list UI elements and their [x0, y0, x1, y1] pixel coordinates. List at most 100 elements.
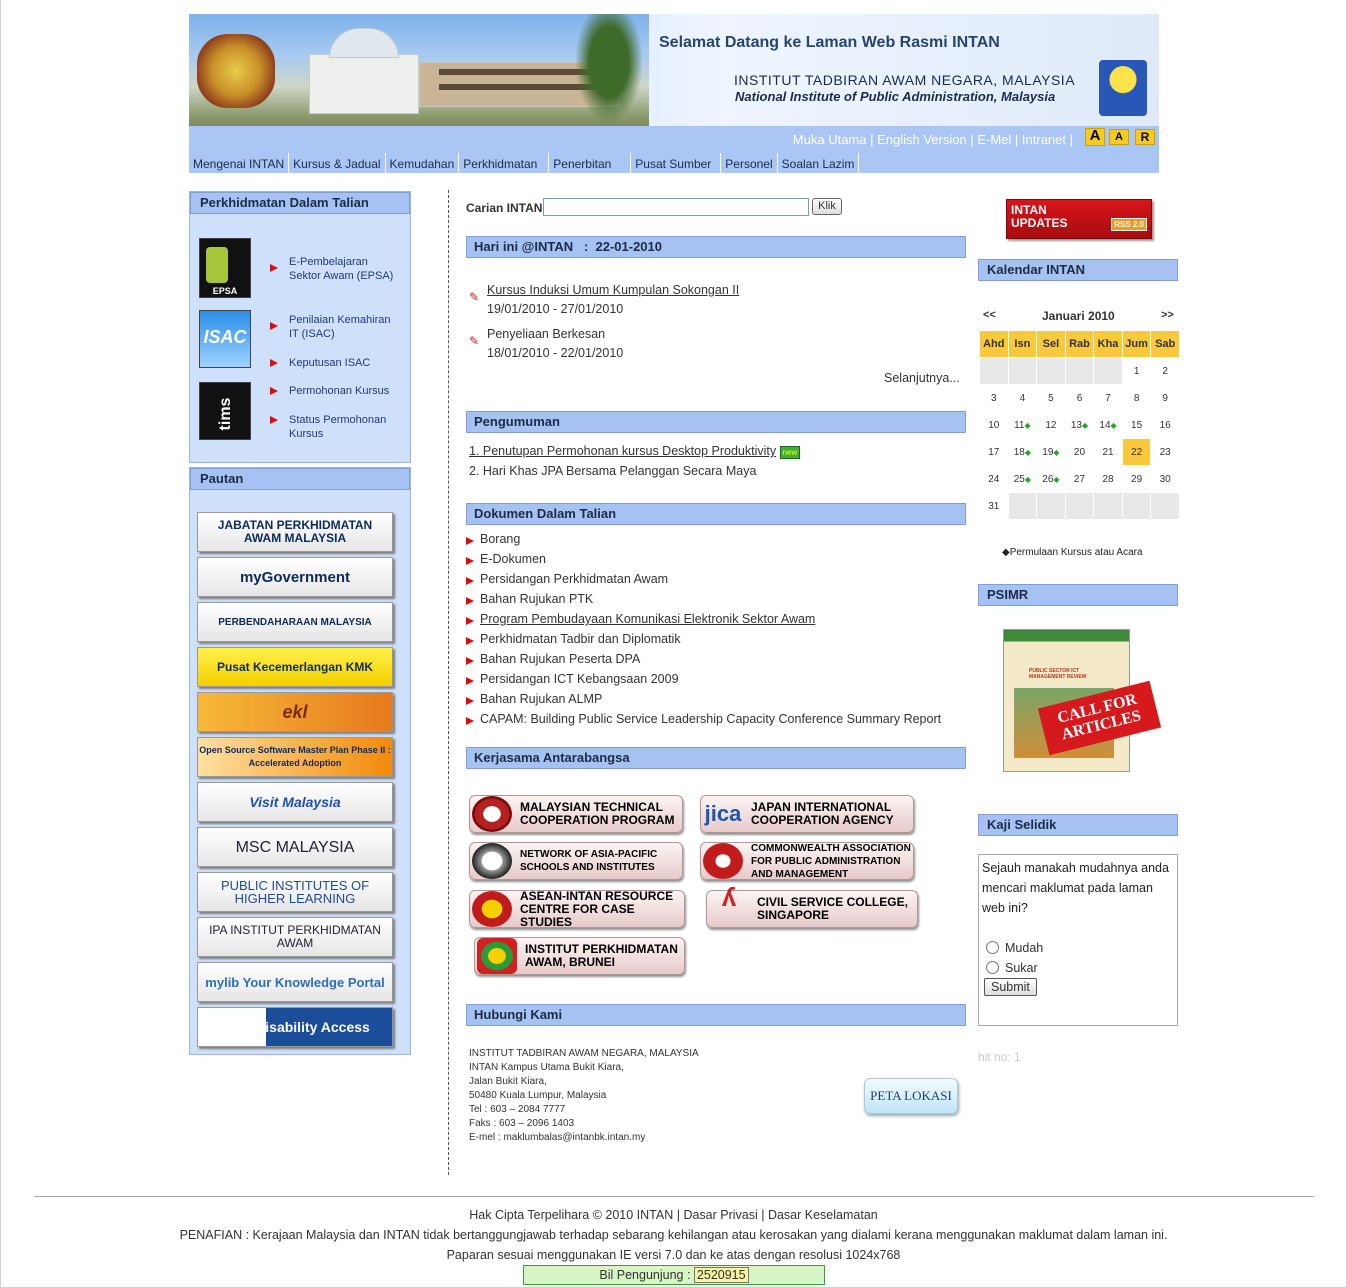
link-mygovernment[interactable]: myGovernment — [197, 557, 393, 597]
font-reset-button[interactable]: R — [1135, 129, 1155, 145]
link-visit-malaysia[interactable]: Visit Malaysia — [197, 782, 393, 822]
nav-perkhidmatan[interactable]: Perkhidmatan — [459, 153, 550, 173]
calendar-day[interactable]: 29 — [1122, 466, 1151, 492]
calendar-day[interactable]: 25◆ — [1008, 466, 1037, 492]
more-link[interactable]: Selanjutnya... — [884, 371, 960, 385]
nav-personel[interactable]: Personel — [721, 153, 778, 173]
link-intranet[interactable]: Intranet — [1022, 132, 1066, 147]
service-permohonan-kursus[interactable]: Permohonan Kursus — [289, 384, 401, 398]
link-english-version[interactable]: English Version — [877, 132, 967, 147]
link-ossmp[interactable]: Open Source Software Master Plan Phase I… — [197, 737, 393, 777]
calendar-day[interactable]: 4 — [1008, 385, 1037, 411]
intl-asean-intan[interactable]: ASEAN-INTAN RESOURCE CENTRE FOR CASE STU… — [469, 889, 685, 928]
link-muka-utama[interactable]: Muka Utama — [793, 132, 867, 147]
nav-kemudahan[interactable]: Kemudahan — [386, 153, 460, 173]
calendar-day[interactable]: 26◆ — [1037, 466, 1065, 492]
calendar-day[interactable]: 20 — [1065, 439, 1094, 465]
option-mudah[interactable]: Mudah — [982, 941, 1043, 955]
calendar-day[interactable]: 10 — [980, 412, 1008, 438]
calendar-day[interactable]: 31 — [980, 493, 1008, 519]
link-ipta[interactable]: PUBLIC INSTITUTES OF HIGHER LEARNING — [197, 872, 393, 912]
doc-link[interactable]: Bahan Rujukan ALMP — [480, 692, 602, 706]
doc-link[interactable]: Persidangan ICT Kebangsaan 2009 — [480, 672, 679, 686]
epsa-icon[interactable]: EPSA — [199, 238, 251, 298]
calendar-day[interactable]: 18◆ — [1008, 439, 1037, 465]
calendar-day[interactable]: 14◆ — [1094, 412, 1122, 438]
calendar-day[interactable]: 28 — [1094, 466, 1122, 492]
bullet-icon — [466, 597, 474, 605]
calendar-day[interactable]: 12 — [1037, 412, 1065, 438]
today-course-2[interactable]: Penyeliaan Berkesan — [487, 327, 605, 341]
calendar-day[interactable]: 21 — [1094, 439, 1122, 465]
calendar-day[interactable]: 22 — [1122, 439, 1151, 465]
service-status-permohonan[interactable]: Status Permohonan Kursus — [289, 413, 401, 441]
doc-link[interactable]: Bahan Rujukan Peserta DPA — [480, 652, 640, 666]
calendar-day[interactable]: 24 — [980, 466, 1008, 492]
intl-capam[interactable]: COMMONWEALTH ASSOCIATION FOR PUBLIC ADMI… — [700, 842, 914, 880]
doc-link[interactable]: Persidangan Perkhidmatan Awam — [480, 572, 668, 586]
intan-updates-button[interactable]: INTAN UPDATES RSS 2.0 — [1006, 199, 1152, 239]
intl-ipa-brunei[interactable]: INSTITUT PERKHIDMATAN AWAM, BRUNEI — [474, 937, 685, 975]
isac-icon[interactable]: ISAC — [199, 310, 251, 368]
link-ipa[interactable]: IPA INSTITUT PERKHIDMATAN AWAM — [197, 917, 393, 957]
link-jpa[interactable]: JABATAN PERKHIDMATAN AWAM MALAYSIA — [197, 512, 393, 552]
doc-link[interactable]: CAPAM: Building Public Service Leadershi… — [480, 712, 941, 726]
service-keputusan-isac[interactable]: Keputusan ISAC — [289, 356, 401, 370]
intl-napsipag[interactable]: NETWORK OF ASIA-PACIFIC SCHOOLS AND INST… — [469, 842, 683, 880]
nav-mengenai-intan[interactable]: Mengenai INTAN — [189, 153, 290, 173]
calendar-day[interactable]: 23 — [1151, 439, 1179, 465]
calendar-day[interactable]: 15 — [1122, 412, 1151, 438]
calendar-day[interactable]: 6 — [1065, 385, 1094, 411]
link-kmk[interactable]: Pusat Kecemerlangan KMK — [197, 647, 393, 687]
service-epsa[interactable]: E-Pembelajaran Sektor Awam (EPSA) — [289, 255, 401, 283]
calendar-day[interactable]: 5 — [1037, 385, 1065, 411]
calendar-day[interactable]: 30 — [1151, 466, 1179, 492]
calendar-day[interactable]: 11◆ — [1008, 412, 1037, 438]
font-small-button[interactable]: A — [1109, 129, 1129, 145]
nav-penerbitan[interactable]: Penerbitan — [549, 153, 632, 173]
survey-submit-button[interactable]: Submit — [984, 978, 1037, 996]
calendar-day[interactable]: 16 — [1151, 412, 1179, 438]
calendar-day[interactable]: 8 — [1122, 385, 1151, 411]
calendar-prev[interactable]: << — [983, 309, 996, 321]
link-mylib[interactable]: mylib Your Knowledge Portal — [197, 962, 393, 1002]
calendar-day[interactable]: 2 — [1151, 358, 1179, 384]
option-sukar[interactable]: Sukar — [982, 961, 1038, 975]
nav-pusat-sumber[interactable]: Pusat Sumber — [631, 153, 722, 173]
announcement-1[interactable]: 1. Penutupan Permohonan kursus Desktop P… — [469, 444, 801, 459]
calendar-day[interactable]: 13◆ — [1065, 412, 1094, 438]
link-perbendaharaan[interactable]: PERBENDAHARAAN MALAYSIA — [197, 602, 393, 642]
search-input[interactable] — [543, 198, 809, 216]
calendar-day[interactable]: 17 — [980, 439, 1008, 465]
main-nav: Mengenai INTAN Kursus & Jadual Kemudahan… — [189, 153, 1159, 173]
link-email[interactable]: E-Mel — [977, 132, 1011, 147]
link-ekl[interactable]: ekl — [197, 692, 393, 732]
nav-kursus-jadual[interactable]: Kursus & Jadual — [289, 153, 386, 173]
intl-jica[interactable]: jica JAPAN INTERNATIONAL COOPERATION AGEN… — [700, 795, 914, 833]
doc-link[interactable]: Bahan Rujukan PTK — [480, 592, 593, 606]
calendar-day[interactable]: 7 — [1094, 385, 1122, 411]
today-course-1[interactable]: Kursus Induksi Umum Kumpulan Sokongan II — [487, 283, 739, 297]
doc-link[interactable]: Borang — [480, 532, 520, 546]
font-large-button[interactable]: A — [1085, 128, 1105, 146]
doc-link[interactable]: Program Pembudayaan Komunikasi Elektroni… — [480, 612, 815, 626]
calendar-next[interactable]: >> — [1161, 309, 1174, 321]
nav-soalan-lazim[interactable]: Soalan Lazim — [778, 153, 860, 173]
tims-icon[interactable]: tims — [199, 382, 251, 440]
doc-link[interactable]: E-Dokumen — [480, 552, 546, 566]
doc-link[interactable]: Perkhidmatan Tadbir dan Diplomatik — [480, 632, 681, 646]
link-msc-malaysia[interactable]: MSC MALAYSIA — [197, 827, 393, 867]
calendar-day[interactable]: 19◆ — [1037, 439, 1065, 465]
intl-csc-singapore[interactable]: ʎ CIVIL SERVICE COLLEGE, SINGAPORE — [706, 884, 918, 928]
calendar-day[interactable]: 1 — [1122, 358, 1151, 384]
calendar-day[interactable]: 27 — [1065, 466, 1094, 492]
map-button[interactable]: PETA LOKASI — [864, 1078, 958, 1114]
announcement-2[interactable]: 2. Hari Khas JPA Bersama Pelanggan Secar… — [469, 464, 756, 478]
intl-mtcp[interactable]: MALAYSIAN TECHNICAL COOPERATION PROGRAM — [469, 795, 683, 833]
calendar-day[interactable]: 9 — [1151, 385, 1179, 411]
service-isac[interactable]: Penilaian Kemahiran IT (ISAC) — [289, 313, 401, 341]
search-button[interactable]: Klik — [812, 198, 842, 215]
link-w3c-disability[interactable]: W3C Disability Access — [197, 1007, 393, 1047]
calendar-day[interactable]: 3 — [980, 385, 1008, 411]
bullet-icon — [270, 264, 278, 272]
